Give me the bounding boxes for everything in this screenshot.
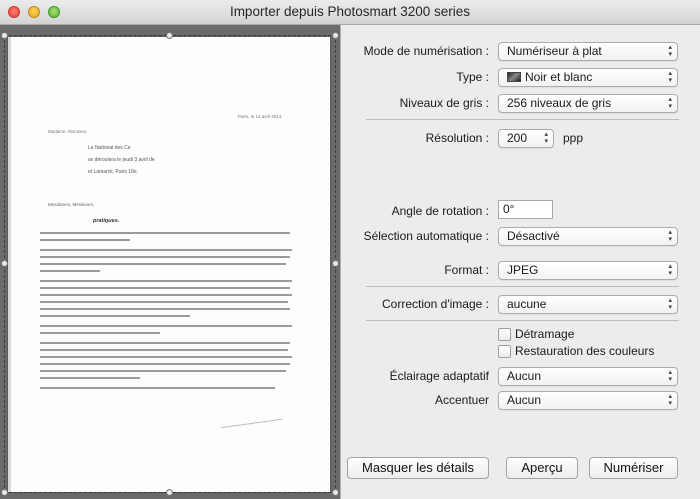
adaptive-lighting-value: Aucun [507, 369, 542, 383]
scan-mode-popup[interactable]: Numériseur à plat ▴ ▾ [498, 42, 678, 61]
auto-selection-popup[interactable]: Désactivé ▴ ▾ [498, 227, 678, 246]
type-popup[interactable]: Noir et blanc ▴ ▾ [498, 68, 678, 87]
format-popup[interactable]: JPEG ▴ ▾ [498, 261, 678, 280]
popup-arrows-icon: ▴ ▾ [668, 44, 672, 58]
selection-handle-bottom-right[interactable] [332, 489, 339, 496]
selection-handle-top-right[interactable] [332, 32, 339, 39]
selection-handle-right[interactable] [332, 260, 339, 267]
title-bar: Importer depuis Photosmart 3200 series [0, 0, 700, 25]
selection-rectangle[interactable] [4, 35, 336, 493]
window-title: Importer depuis Photosmart 3200 series [229, 4, 471, 19]
scan-button[interactable]: Numériser [589, 457, 678, 479]
bw-image-icon [507, 72, 521, 82]
gray-levels-value: 256 niveaux de gris [507, 96, 612, 110]
scanner-window: Importer depuis Photosmart 3200 series P… [0, 0, 700, 499]
popup-arrows-icon: ▴ ▾ [668, 229, 672, 243]
sharpen-popup[interactable]: Aucun ▴ ▾ [498, 391, 678, 410]
separator [366, 320, 679, 321]
resolution-label: Résolution : [425, 131, 489, 145]
color-restore-label[interactable]: Restauration des couleurs [515, 344, 654, 358]
sharpen-label: Accentuer [434, 393, 489, 407]
overview-button[interactable]: Aperçu [506, 457, 578, 479]
hide-details-button[interactable]: Masquer les détails [347, 457, 489, 479]
popup-arrows-icon: ▴ ▾ [668, 70, 672, 84]
auto-selection-label: Sélection automatique : [363, 229, 489, 243]
rotation-field[interactable]: 0° [498, 200, 553, 219]
scan-mode-value: Numériseur à plat [507, 44, 602, 58]
gray-levels-popup[interactable]: 256 niveaux de gris ▴ ▾ [498, 94, 678, 113]
popup-arrows-icon: ▴ ▾ [544, 131, 548, 145]
scan-preview-area[interactable]: Paris, le 14 avril 2014 Madame, Monsieur… [0, 25, 340, 499]
resolution-combobox[interactable]: 200 ▴ ▾ [498, 129, 554, 148]
popup-arrows-icon: ▴ ▾ [668, 263, 672, 277]
sharpen-value: Aucun [507, 393, 542, 407]
gray-levels-label: Niveaux de gris : [399, 96, 489, 110]
type-label: Type : [456, 70, 489, 84]
image-correction-label: Correction d'image : [381, 297, 489, 311]
descreen-checkbox[interactable] [498, 328, 511, 341]
descreen-label[interactable]: Détramage [515, 327, 574, 341]
selection-handle-left[interactable] [1, 260, 8, 267]
separator [366, 286, 679, 287]
color-restore-checkbox[interactable] [498, 345, 511, 358]
settings-panel: Mode de numérisation : Numériseur à plat… [341, 25, 700, 499]
selection-handle-top-left[interactable] [1, 32, 8, 39]
adaptive-lighting-popup[interactable]: Aucun ▴ ▾ [498, 367, 678, 386]
auto-selection-value: Désactivé [507, 229, 560, 243]
popup-arrows-icon: ▴ ▾ [668, 96, 672, 110]
selection-handle-bottom-left[interactable] [1, 489, 8, 496]
image-correction-value: aucune [507, 297, 547, 311]
separator [366, 119, 679, 120]
resolution-value: 200 [507, 131, 528, 145]
adaptive-lighting-label: Éclairage adaptatif [389, 369, 489, 383]
popup-arrows-icon: ▴ ▾ [668, 369, 672, 383]
rotation-label: Angle de rotation : [391, 204, 489, 218]
resolution-unit: ppp [563, 131, 584, 145]
popup-arrows-icon: ▴ ▾ [668, 297, 672, 311]
format-value: JPEG [507, 263, 539, 277]
type-value: Noir et blanc [525, 70, 593, 84]
scan-mode-label: Mode de numérisation : [363, 44, 489, 58]
format-label: Format : [444, 263, 489, 277]
selection-handle-bottom[interactable] [166, 489, 173, 496]
popup-arrows-icon: ▴ ▾ [668, 393, 672, 407]
image-correction-popup[interactable]: aucune ▴ ▾ [498, 295, 678, 314]
selection-handle-top[interactable] [166, 32, 173, 39]
